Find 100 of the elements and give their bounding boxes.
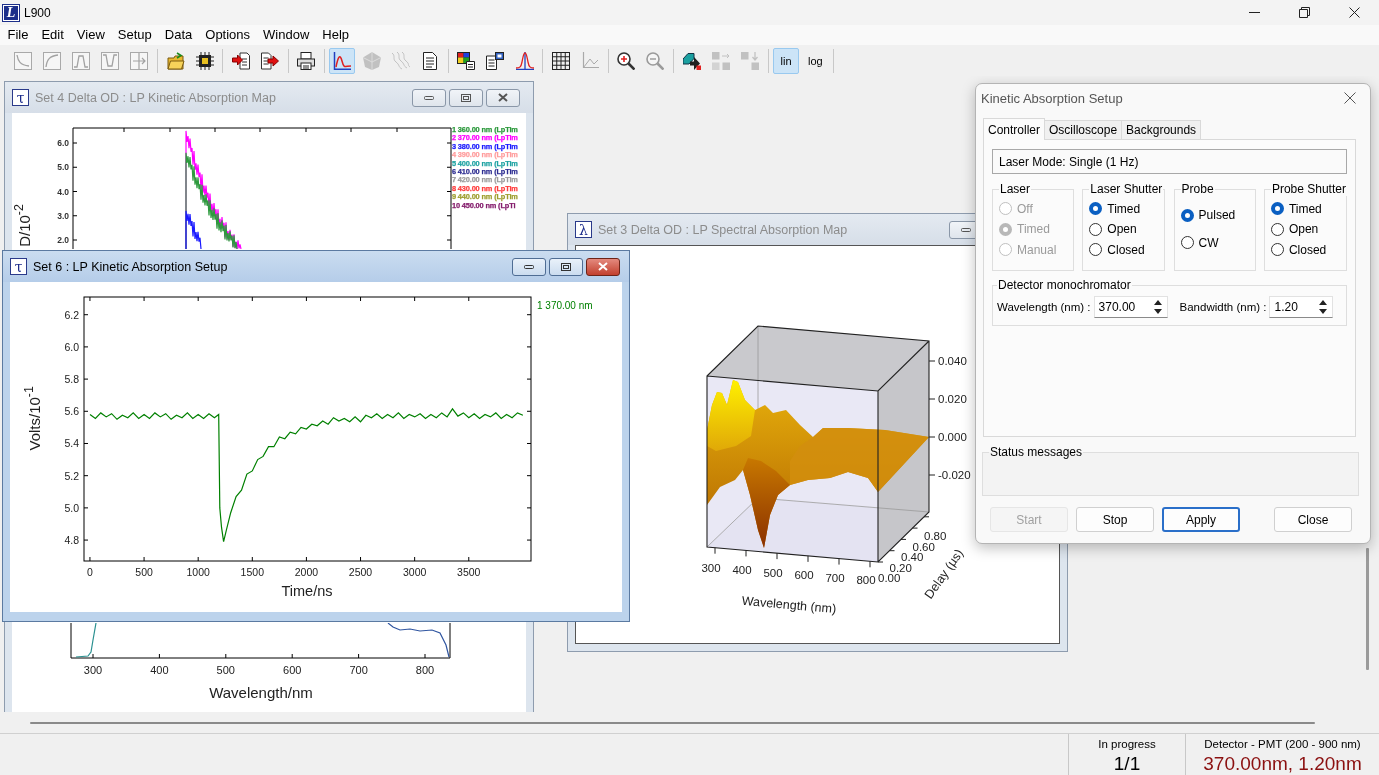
axis-tick-label: 0.000 bbox=[938, 431, 967, 443]
axis-tick-label: 6.0 bbox=[57, 138, 69, 148]
vertical-scrollbar[interactable] bbox=[1366, 548, 1369, 670]
status-label: In progress bbox=[1098, 737, 1156, 751]
axis-tick-label: 6.2 bbox=[64, 308, 79, 321]
radio-option[interactable]: Closed bbox=[1089, 241, 1159, 258]
axis-tick-label: 800 bbox=[415, 664, 435, 676]
axis-tick-label: 0.040 bbox=[938, 355, 967, 367]
spin-arrows-icon bbox=[1319, 300, 1328, 314]
radio-option[interactable]: CW bbox=[1180, 234, 1249, 251]
minimize-button[interactable] bbox=[412, 88, 446, 107]
tab[interactable]: Backgrounds bbox=[1121, 120, 1202, 139]
axis-tick-label: 5.6 bbox=[64, 405, 79, 418]
menu-item[interactable]: Help bbox=[315, 26, 356, 44]
scale-toggle[interactable]: lin bbox=[773, 47, 800, 74]
status-value: 370.00nm, 1.20nm bbox=[1203, 753, 1362, 775]
restore-icon bbox=[1298, 7, 1310, 18]
minimize-icon bbox=[961, 227, 971, 232]
menu-item[interactable]: Edit bbox=[34, 26, 71, 44]
window-icon: λ bbox=[575, 221, 592, 238]
axis-tick-label: 5.0 bbox=[64, 501, 79, 514]
axis-tick-label: 0 bbox=[87, 566, 93, 578]
axis-tick-label: 700 bbox=[349, 664, 368, 676]
tab[interactable]: Oscilloscope bbox=[1044, 120, 1123, 139]
axis-tick-label: 300 bbox=[83, 664, 103, 676]
axis-tick-label: 500 bbox=[763, 566, 783, 579]
maximize-button[interactable] bbox=[549, 257, 583, 276]
radio-option[interactable]: Timed bbox=[1089, 200, 1159, 217]
maximize-icon bbox=[461, 93, 471, 102]
window-icon: τ bbox=[12, 89, 29, 106]
close-icon bbox=[1348, 7, 1360, 18]
spectrum-line bbox=[75, 623, 97, 658]
dialog-button[interactable]: Apply bbox=[1162, 507, 1240, 532]
axis-tick-label: 5.0 bbox=[57, 162, 69, 173]
radio-option[interactable]: Open bbox=[1089, 221, 1159, 237]
close-button[interactable] bbox=[586, 257, 620, 276]
axis-tick-label: 400 bbox=[732, 564, 752, 577]
axis-tick-label: 0.00 bbox=[878, 572, 901, 584]
group-title: Probe bbox=[1181, 182, 1214, 196]
close-icon bbox=[598, 262, 608, 271]
dialog-title: Kinetic Absorption Setup bbox=[981, 90, 1123, 106]
menu-item[interactable]: File bbox=[1, 26, 35, 44]
axis-title: Time/ns bbox=[281, 583, 333, 599]
radio-option[interactable]: Closed bbox=[1270, 241, 1340, 258]
group-title: Laser Shutter bbox=[1090, 182, 1163, 196]
dialog-button[interactable]: Stop bbox=[1076, 507, 1154, 532]
axis-tick-label: 5.8 bbox=[64, 373, 79, 386]
spin-field[interactable]: 1.20 bbox=[1269, 296, 1334, 318]
axis-tick-label: 2000 bbox=[294, 566, 319, 578]
status-label: Detector - PMT (200 - 900 nm) bbox=[1204, 737, 1361, 751]
axis-tick-label: 2.0 bbox=[57, 235, 69, 245]
tab[interactable]: Controller bbox=[983, 118, 1046, 140]
spin-field[interactable]: 370.00 bbox=[1093, 296, 1168, 318]
axis-tick-label: 3000 bbox=[402, 566, 427, 578]
axis-tick-label: 700 bbox=[825, 571, 845, 584]
menu-item[interactable]: Options bbox=[198, 26, 257, 44]
axis-tick-label: 0.20 bbox=[889, 561, 912, 574]
axis-tick-label: 600 bbox=[794, 569, 814, 582]
maximize-button[interactable] bbox=[449, 88, 483, 107]
status-value: 1/1 bbox=[1113, 753, 1141, 775]
dialog-button[interactable]: Close bbox=[1274, 507, 1352, 532]
minimize-icon bbox=[424, 95, 434, 100]
axis-tick-label: 4.8 bbox=[64, 534, 79, 547]
close-button[interactable] bbox=[486, 88, 520, 107]
menu-item[interactable]: Window bbox=[256, 26, 316, 44]
group-title: Laser bbox=[1000, 182, 1031, 196]
close-icon bbox=[498, 93, 508, 102]
radio-option[interactable]: Open bbox=[1270, 221, 1340, 237]
menu-item[interactable]: Setup bbox=[111, 26, 159, 44]
group-title: Probe Shutter bbox=[1271, 182, 1346, 196]
group-title: Status messages bbox=[990, 445, 1083, 459]
axis-tick-label: 5.2 bbox=[64, 469, 79, 482]
maximize-icon bbox=[561, 262, 571, 271]
window-title: Set 3 Delta OD : LP Spectral Absorption Map bbox=[598, 222, 848, 237]
field-label: Bandwidth (nm) : bbox=[1179, 301, 1267, 313]
minimize-icon bbox=[524, 264, 534, 269]
axis-tick-label: 1500 bbox=[240, 566, 264, 578]
axis-tick-label: 0.020 bbox=[938, 393, 967, 405]
horizontal-scrollbar[interactable] bbox=[30, 721, 1315, 724]
minimize-button[interactable] bbox=[512, 257, 546, 276]
window-title: Set 4 Delta OD : LP Kinetic Absorption Map bbox=[35, 90, 276, 105]
axis-tick-label: 0.80 bbox=[924, 530, 947, 542]
axis-tick-label: 6.0 bbox=[64, 340, 79, 353]
axis-tick-label: 600 bbox=[283, 664, 302, 676]
menu-item[interactable]: Data bbox=[158, 26, 199, 44]
radio-option[interactable]: Timed bbox=[1270, 200, 1340, 217]
radio-option[interactable]: Pulsed bbox=[1180, 207, 1249, 224]
axis-tick-label: 500 bbox=[135, 566, 153, 578]
field-label: Wavelength (nm) : bbox=[997, 301, 1091, 313]
laser-mode-field: Laser Mode: Single (1 Hz) bbox=[992, 149, 1347, 174]
axis-tick-label: 4.0 bbox=[57, 186, 69, 197]
spectrum-line bbox=[387, 623, 450, 658]
legend-label: 1 370.00 nm bbox=[537, 300, 593, 311]
axis-tick-label: 300 bbox=[701, 562, 721, 574]
axis-tick-label: -0.020 bbox=[938, 469, 971, 481]
menu-item[interactable]: View bbox=[70, 26, 112, 44]
scale-toggle[interactable]: log bbox=[802, 47, 829, 74]
close-icon bbox=[1344, 92, 1356, 104]
axis-title: Wavelength (nm) bbox=[741, 593, 837, 617]
window-icon: τ bbox=[10, 258, 27, 275]
